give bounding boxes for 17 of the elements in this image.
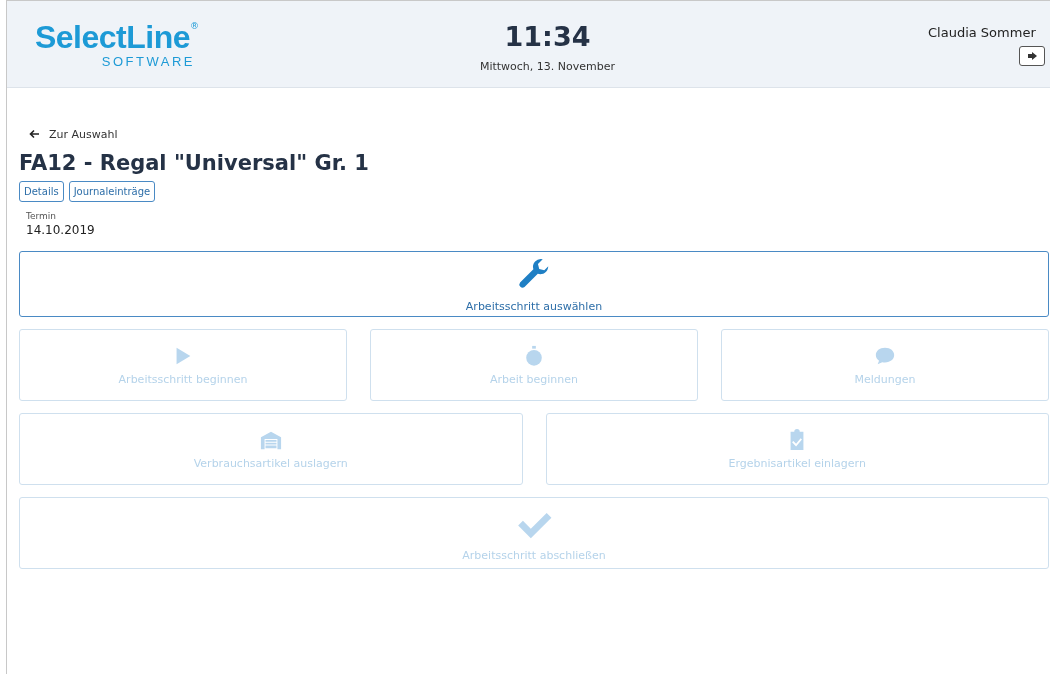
action-button[interactable]: Arbeitsschritt auswählen bbox=[19, 251, 1049, 317]
clock-date: Mittwoch, 13. November bbox=[479, 60, 616, 73]
logo-tagline: SOFTWARE bbox=[101, 54, 195, 69]
logout-button[interactable] bbox=[1019, 46, 1045, 66]
field-value: 14.10.2019 bbox=[26, 223, 96, 237]
field-label: Termin bbox=[26, 211, 58, 221]
sign-out-icon bbox=[1027, 52, 1037, 60]
tab[interactable]: Details bbox=[19, 181, 64, 202]
stopwatch-icon bbox=[523, 344, 545, 367]
registered-mark: ® bbox=[190, 21, 199, 31]
page-title: FA12 - Regal "Universal" Gr. 1 bbox=[19, 151, 370, 175]
back-arrow-icon bbox=[29, 129, 40, 139]
logo-name: SelectLine bbox=[34, 21, 190, 53]
clock-time: 11:34 bbox=[504, 21, 591, 52]
back-link[interactable]: Zur Auswahl bbox=[29, 127, 118, 141]
tab[interactable]: Journaleinträge bbox=[68, 181, 156, 202]
user-name: Claudia Sommer bbox=[928, 25, 1036, 40]
